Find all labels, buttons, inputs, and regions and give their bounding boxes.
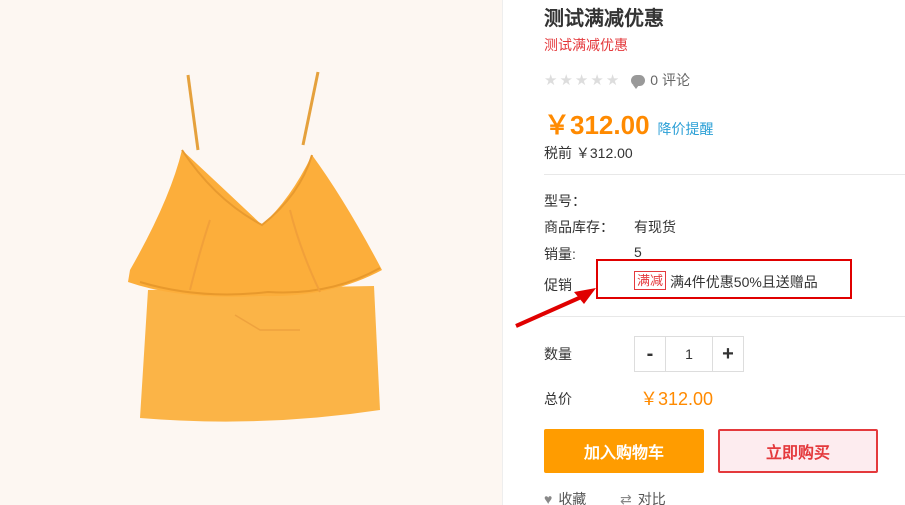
divider — [544, 174, 905, 175]
tax-label: 税前 — [544, 145, 572, 161]
stock-label: 商品库存： — [544, 219, 614, 235]
price-alert-link[interactable]: 降价提醒 — [658, 119, 714, 139]
comments-link[interactable]: 0 评论 — [650, 70, 690, 90]
favorite-button[interactable]: ♥ 收藏 — [544, 489, 586, 505]
quantity-decrease-button[interactable]: - — [635, 337, 665, 371]
camisole-top-image — [128, 71, 382, 422]
divider — [544, 316, 905, 317]
sales-label: 销量: — [544, 246, 576, 262]
compare-icon: ⇄ — [620, 490, 632, 505]
tax-price: ￥312.00 — [575, 145, 633, 161]
favorite-label: 收藏 — [558, 491, 587, 505]
quantity-increase-button[interactable]: + — [713, 337, 743, 371]
product-image — [0, 0, 503, 505]
total-label: 总价 — [544, 391, 572, 407]
product-price: ￥312.00 — [544, 110, 650, 140]
rating-row: ★ ★ ★ ★ ★ 0 评论 — [544, 70, 690, 90]
compare-label: 对比 — [637, 491, 666, 505]
star-icon: ★ — [605, 71, 620, 89]
stock-value: 有现货 — [634, 219, 676, 235]
price-row: ￥312.00 降价提醒 — [544, 105, 714, 142]
star-icon: ★ — [559, 71, 573, 89]
buy-now-button[interactable]: 立即购买 — [718, 429, 878, 473]
sales-value: 5 — [634, 244, 642, 260]
product-subtitle: 测试满减优惠 — [544, 37, 628, 53]
product-info-panel: 测试满减优惠 测试满减优惠 ★ ★ ★ ★ ★ 0 评论 ￥312.00 降价提… — [530, 0, 905, 505]
heart-icon: ♥ — [544, 491, 553, 505]
model-label: 型号： — [544, 193, 586, 209]
star-icon: ★ — [544, 71, 558, 89]
star-icon: ★ — [590, 71, 604, 89]
promo-text: 满4件优惠50%且送赠品 — [670, 274, 818, 290]
rating-stars: ★ ★ ★ ★ ★ — [544, 73, 619, 88]
quantity-stepper: - + — [634, 336, 744, 372]
star-icon: ★ — [574, 71, 589, 89]
promo-label: 促销 — [544, 277, 572, 293]
total-price: ￥312.00 — [640, 389, 714, 409]
comment-icon — [631, 74, 646, 89]
quantity-label: 数量 — [544, 346, 572, 362]
quantity-input[interactable] — [665, 337, 713, 371]
promo-tag-badge: 满减 — [634, 271, 667, 290]
product-title: 测试满减优惠 — [544, 8, 664, 30]
compare-button[interactable]: ⇄ 对比 — [620, 489, 666, 505]
add-to-cart-button[interactable]: 加入购物车 — [544, 429, 704, 473]
tax-row: 税前 ￥312.00 — [544, 143, 633, 163]
